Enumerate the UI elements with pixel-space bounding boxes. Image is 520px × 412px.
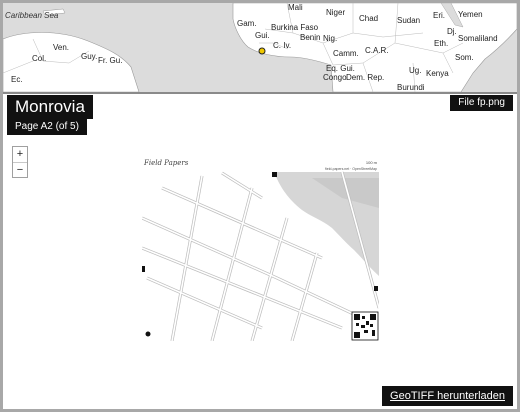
map-label: Congo <box>323 73 347 82</box>
page-title: Monrovia <box>7 95 93 119</box>
file-label: File fp.png <box>450 95 513 111</box>
scanned-page-image[interactable]: Field Papers 100 m field-papers.net · Op… <box>142 158 379 341</box>
map-label: Eth. <box>434 39 449 48</box>
map-label: Dem. Rep. <box>346 73 385 82</box>
map-label: Gam. <box>237 19 257 28</box>
map-label: Yemen <box>458 10 483 19</box>
map-label: C.A.R. <box>365 46 389 55</box>
map-label: Eri. <box>433 11 445 20</box>
map-label: Fr. Gu. <box>98 56 123 65</box>
map-label: Col. <box>32 54 47 63</box>
map-label: Guy. <box>81 52 98 61</box>
page-map-drawing <box>142 171 379 341</box>
location-marker <box>258 47 266 55</box>
page-scale: 100 m <box>365 160 377 165</box>
zoom-control: + − <box>12 146 28 178</box>
page-credit: field-papers.net · OpenStreetMap <box>325 167 377 171</box>
map-label: Kenya <box>426 69 449 78</box>
map-label: Sudan <box>397 16 421 25</box>
download-geotiff-link[interactable]: GeoTIFF herunterladen <box>382 386 513 406</box>
page-subtitle: Page A2 (of 5) <box>7 119 87 135</box>
map-label: Mali <box>288 3 303 12</box>
map-label: Ug. <box>409 66 422 75</box>
overview-divider <box>3 92 517 94</box>
map-label: Ven. <box>53 43 70 52</box>
map-label: Dj. <box>447 27 457 36</box>
map-label: Ec. <box>11 75 23 84</box>
map-label: Gui. <box>255 31 270 40</box>
page-heading: Field Papers <box>144 159 189 167</box>
map-label: Benin <box>300 33 321 42</box>
map-label: Niger <box>326 8 346 17</box>
overview-map[interactable]: Caribbean Sea Mali Niger Chad Sudan Eri.… <box>3 3 517 92</box>
map-label: Eq. Gui. <box>326 64 355 73</box>
zoom-out-button[interactable]: − <box>13 163 27 178</box>
map-label: Somaliland <box>458 34 498 43</box>
map-label: Som. <box>455 53 474 62</box>
map-label: Chad <box>359 14 379 23</box>
zoom-in-button[interactable]: + <box>13 147 27 162</box>
map-label: Camm. <box>333 49 359 58</box>
map-label: Caribbean Sea <box>5 11 59 20</box>
map-label: Nig. <box>323 34 338 43</box>
map-label: Burundi <box>397 83 425 92</box>
map-label: C. Iv. <box>273 41 292 50</box>
map-label: Burkina Faso <box>271 23 319 32</box>
